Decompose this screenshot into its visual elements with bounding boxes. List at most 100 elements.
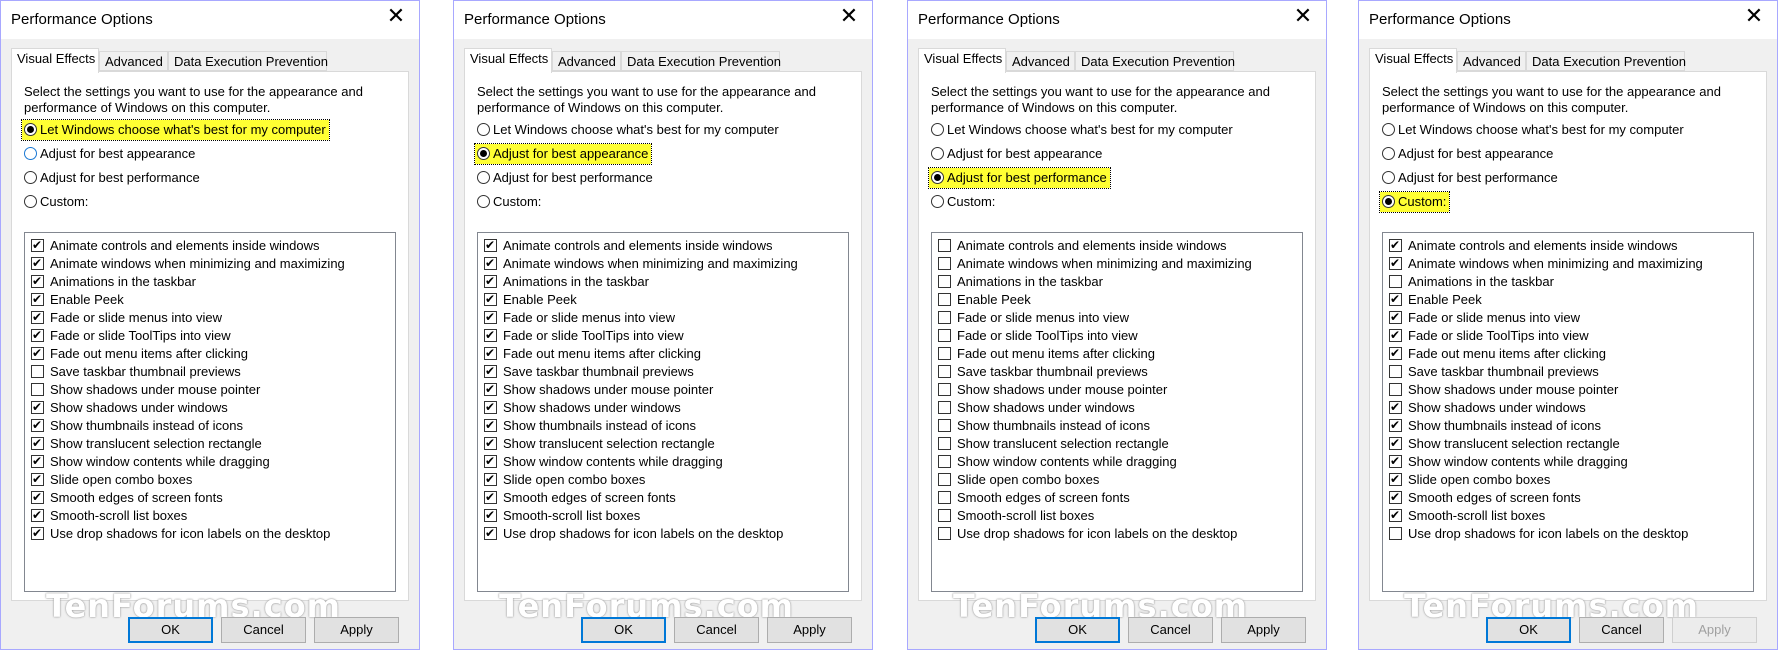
list-item[interactable]: Show shadows under mouse pointer	[1389, 382, 1618, 398]
list-item[interactable]: Animate windows when minimizing and maxi…	[484, 255, 798, 272]
radio-custom[interactable]: Custom:	[1378, 191, 1451, 213]
checkbox-icon[interactable]	[1389, 453, 1402, 469]
list-item[interactable]: Enable Peek	[31, 291, 124, 308]
list-item[interactable]: Fade or slide menus into view	[938, 310, 1129, 326]
list-item[interactable]: Smooth-scroll list boxes	[1389, 507, 1545, 524]
radio-button-icon[interactable]	[24, 147, 37, 160]
checkbox-icon[interactable]	[1389, 527, 1402, 540]
checkbox-icon[interactable]	[484, 345, 497, 361]
list-item[interactable]: Fade out menu items after clicking	[938, 346, 1155, 362]
list-item[interactable]: Smooth edges of screen fonts	[484, 489, 676, 506]
list-item[interactable]: Fade out menu items after clicking	[1389, 345, 1606, 362]
ok-button[interactable]: OK	[1486, 617, 1571, 643]
list-item[interactable]: Fade or slide ToolTips into view	[938, 328, 1138, 344]
checkbox-icon[interactable]	[484, 363, 497, 379]
checkbox-icon[interactable]	[31, 345, 44, 361]
checkbox-icon[interactable]	[1389, 489, 1402, 505]
checkbox-icon[interactable]	[938, 527, 951, 540]
checkbox-icon[interactable]	[31, 273, 44, 289]
checkbox-icon[interactable]	[1389, 383, 1402, 396]
checkbox-icon[interactable]	[484, 507, 497, 523]
close-icon[interactable]: ✕	[838, 5, 860, 27]
list-item[interactable]: Show window contents while dragging	[1389, 453, 1628, 470]
list-item[interactable]: Show shadows under windows	[1389, 399, 1586, 416]
checkbox-icon[interactable]	[1389, 255, 1402, 271]
list-item[interactable]: Save taskbar thumbnail previews	[938, 364, 1148, 380]
checkbox-icon[interactable]	[938, 365, 951, 378]
checkbox-icon[interactable]	[484, 471, 497, 487]
checkbox-icon[interactable]	[1389, 291, 1402, 307]
list-item[interactable]: Use drop shadows for icon labels on the …	[938, 526, 1237, 542]
list-item[interactable]: Fade out menu items after clicking	[484, 345, 701, 362]
close-icon[interactable]: ✕	[385, 5, 407, 27]
radio-button-icon[interactable]	[1382, 123, 1395, 136]
radio-button-icon[interactable]	[931, 195, 944, 208]
checkbox-icon[interactable]	[31, 471, 44, 487]
radio-best-appearance[interactable]: Adjust for best appearance	[929, 144, 1105, 164]
checkbox-icon[interactable]	[938, 275, 951, 288]
checkbox-icon[interactable]	[31, 417, 44, 433]
list-item[interactable]: Save taskbar thumbnail previews	[31, 364, 241, 380]
list-item[interactable]: Animate controls and elements inside win…	[31, 237, 320, 254]
radio-best-performance[interactable]: Adjust for best performance	[22, 168, 203, 188]
visual-effects-list[interactable]: Animate controls and elements inside win…	[931, 232, 1303, 592]
list-item[interactable]: Animate controls and elements inside win…	[1389, 237, 1678, 254]
checkbox-icon[interactable]	[1389, 309, 1402, 325]
checkbox-icon[interactable]	[31, 237, 44, 253]
list-item[interactable]: Show thumbnails instead of icons	[31, 417, 243, 434]
checkbox-icon[interactable]	[1389, 237, 1402, 253]
list-item[interactable]: Animations in the taskbar	[1389, 274, 1554, 290]
checkbox-icon[interactable]	[31, 365, 44, 378]
checkbox-icon[interactable]	[938, 347, 951, 360]
tab-visual-effects[interactable]: Visual Effects	[11, 48, 99, 73]
tab-data-execution-prevention[interactable]: Data Execution Prevention	[168, 51, 328, 71]
list-item[interactable]: Smooth-scroll list boxes	[31, 507, 187, 524]
list-item[interactable]: Smooth edges of screen fonts	[1389, 489, 1581, 506]
checkbox-icon[interactable]	[31, 489, 44, 505]
list-item[interactable]: Show shadows under mouse pointer	[31, 382, 260, 398]
tab-data-execution-prevention[interactable]: Data Execution Prevention	[621, 51, 781, 71]
list-item[interactable]: Use drop shadows for icon labels on the …	[1389, 526, 1688, 542]
tab-advanced[interactable]: Advanced	[1006, 51, 1075, 71]
radio-button-icon[interactable]	[1382, 171, 1395, 184]
checkbox-icon[interactable]	[484, 291, 497, 307]
checkbox-icon[interactable]	[938, 383, 951, 396]
list-item[interactable]: Save taskbar thumbnail previews	[484, 363, 694, 380]
list-item[interactable]: Fade or slide menus into view	[1389, 309, 1580, 326]
checkbox-icon[interactable]	[31, 255, 44, 271]
list-item[interactable]: Animate windows when minimizing and maxi…	[1389, 255, 1703, 272]
checkbox-icon[interactable]	[1389, 417, 1402, 433]
list-item[interactable]: Fade or slide menus into view	[484, 309, 675, 326]
checkbox-icon[interactable]	[31, 291, 44, 307]
list-item[interactable]: Fade out menu items after clicking	[31, 345, 248, 362]
list-item[interactable]: Animations in the taskbar	[484, 273, 649, 290]
checkbox-icon[interactable]	[484, 417, 497, 433]
list-item[interactable]: Smooth-scroll list boxes	[938, 508, 1094, 524]
list-item[interactable]: Slide open combo boxes	[938, 472, 1099, 488]
list-item[interactable]: Animate windows when minimizing and maxi…	[31, 255, 345, 272]
checkbox-icon[interactable]	[484, 525, 497, 541]
list-item[interactable]: Slide open combo boxes	[31, 471, 192, 488]
checkbox-icon[interactable]	[938, 455, 951, 468]
list-item[interactable]: Smooth edges of screen fonts	[31, 489, 223, 506]
radio-button-icon[interactable]	[477, 171, 490, 184]
checkbox-icon[interactable]	[31, 435, 44, 451]
visual-effects-list[interactable]: Animate controls and elements inside win…	[24, 232, 396, 592]
list-item[interactable]: Save taskbar thumbnail previews	[1389, 364, 1599, 380]
radio-custom[interactable]: Custom:	[22, 192, 91, 212]
checkbox-icon[interactable]	[938, 311, 951, 324]
tab-visual-effects[interactable]: Visual Effects	[1369, 48, 1457, 73]
close-icon[interactable]: ✕	[1292, 5, 1314, 27]
radio-custom[interactable]: Custom:	[929, 192, 998, 212]
list-item[interactable]: Smooth-scroll list boxes	[484, 507, 640, 524]
checkbox-icon[interactable]	[484, 399, 497, 415]
list-item[interactable]: Show window contents while dragging	[484, 453, 723, 470]
checkbox-icon[interactable]	[1389, 275, 1402, 288]
tab-advanced[interactable]: Advanced	[552, 51, 621, 71]
list-item[interactable]: Enable Peek	[1389, 291, 1482, 308]
ok-button[interactable]: OK	[581, 617, 666, 643]
list-item[interactable]: Show translucent selection rectangle	[31, 435, 262, 452]
list-item[interactable]: Show thumbnails instead of icons	[484, 417, 696, 434]
list-item[interactable]: Use drop shadows for icon labels on the …	[31, 525, 330, 542]
apply-button[interactable]: Apply	[314, 617, 399, 643]
